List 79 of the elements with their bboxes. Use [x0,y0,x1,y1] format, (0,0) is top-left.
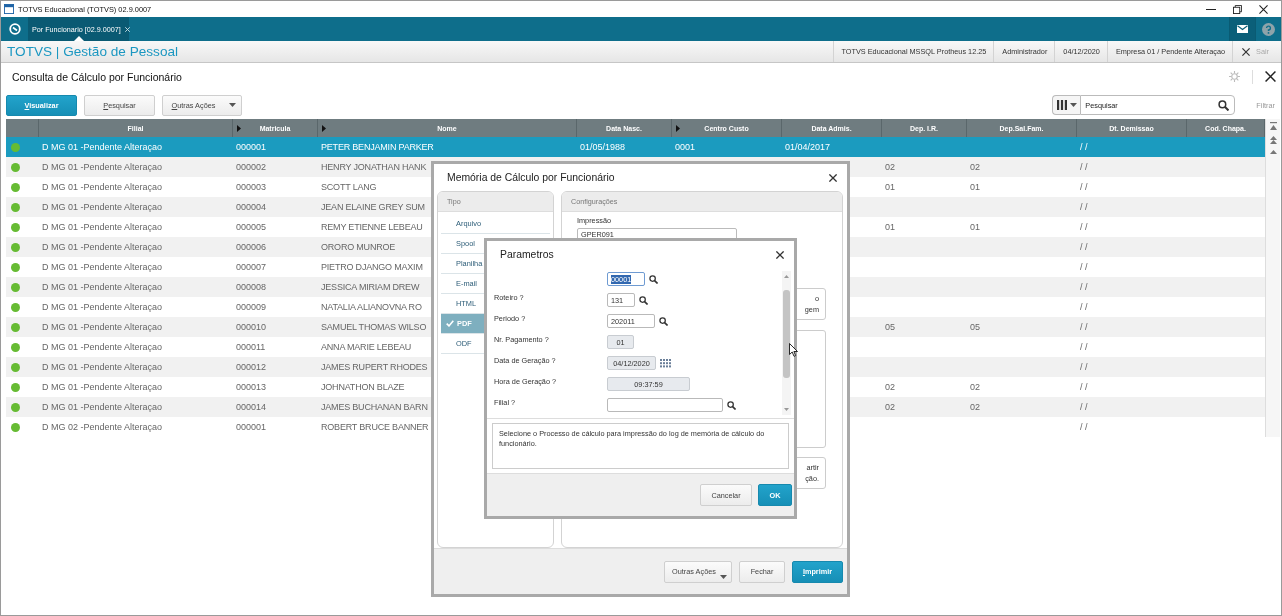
table-cell-text: / / [1079,141,1089,154]
table-cell-text: 01/05/1988 [579,141,627,154]
table-cell-text: JEAN ELAINE GREY SUM [320,201,426,214]
table-cell-text: 02 [969,401,981,414]
table-cell-text: ANNA MARIE LEBEAU [320,341,413,354]
table-cell-text: 000009 [235,301,268,314]
table-cell-text: 000005 [235,221,268,234]
table-cell-text: 000012 [235,361,268,374]
table-cell-text: 000003 [235,181,268,194]
table-cell-text: 000002 [235,161,268,174]
table-cell-text: JAMES RUPERT RHODES [320,361,429,374]
table-cell-text: D MG 01 -Pendente Alteraçao [41,341,164,354]
table-cell-text: / / [1079,241,1089,254]
table-cell-text: / / [1079,321,1089,334]
table-cell-text: D MG 01 -Pendente Alteraçao [41,261,164,274]
table-cell-text: ORORO MUNROE [320,241,397,254]
table-cell-text: SAMUEL THOMAS WILSO [320,321,428,334]
table-cell-text: / / [1079,281,1089,294]
table-cell-text: / / [1079,221,1089,234]
table-cell-text: / / [1079,341,1089,354]
table-cell-text: 02 [884,161,896,174]
table-cell-text: D MG 01 -Pendente Alteraçao [41,381,164,394]
table-cell-text: 000004 [235,201,268,214]
table-cell-text: 000010 [235,321,268,334]
table-cell-text: 000014 [235,401,268,414]
table-cell-text: 02 [969,161,981,174]
table-cell-text: D MG 01 -Pendente Alteraçao [41,181,164,194]
table-cell-text: D MG 01 -Pendente Alteraçao [41,361,164,374]
table-cell-text: ROBERT BRUCE BANNER [320,421,430,434]
table-cell-text: / / [1079,161,1089,174]
table-cell-text: / / [1079,401,1089,414]
table-cell-text: D MG 01 -Pendente Alteraçao [41,241,164,254]
table-cell-text: 000007 [235,261,268,274]
table-cell-text: JAMES BUCHANAN BARN [320,401,429,414]
page-title: Consulta de Cálculo por Funcionário [12,70,182,83]
table-cell-text: / / [1079,261,1089,274]
table-cell-text: D MG 01 -Pendente Alteraçao [41,281,164,294]
table-cell-text: / / [1079,421,1089,434]
table-cell-text: D MG 01 -Pendente Alteraçao [41,201,164,214]
table-cell-text: 000001 [235,421,268,434]
table-cell-text: 05 [884,321,896,334]
table-cell-text: D MG 01 -Pendente Alteraçao [41,401,164,414]
table-cell-text: SCOTT LANG [320,181,378,194]
table-cell-text: 01 [884,221,896,234]
table-cell-text: 01 [969,221,981,234]
table-cell-text: D MG 01 -Pendente Alteraçao [41,141,164,154]
table-cell-text: 02 [884,381,896,394]
table-cell-text: HENRY JONATHAN HANK [320,161,428,174]
table-cell-text: 000006 [235,241,268,254]
table-cell-text: 01/04/2017 [784,141,832,154]
dialog-title: Parametros [500,249,554,260]
table-cell-text: 01 [969,181,981,194]
table-cell-text: 000008 [235,281,268,294]
table-cell-text: / / [1079,201,1089,214]
table-cell-text: / / [1079,381,1089,394]
table-cell-text: REMY ETIENNE LEBEAU [320,221,424,234]
table-cell-text: 01 [884,181,896,194]
table-cell-text: D MG 01 -Pendente Alteraçao [41,321,164,334]
table-cell-text: 000011 [235,341,267,354]
table-cell-text: / / [1079,361,1089,374]
table-cell-text: D MG 01 -Pendente Alteraçao [41,221,164,234]
dialog-title: Memória de Cálculo por Funcionário [447,172,615,183]
table-cell-text: PIETRO DJANGO MAXIM [320,261,424,274]
table-cell-text: 000001 [235,141,268,154]
table-cell-text: 02 [884,401,896,414]
table-cell-text: JOHNATHON BLAZE [320,381,406,394]
table-cell-text: / / [1079,301,1089,314]
table-cell-text: 02 [969,381,981,394]
table-cell-text: 05 [969,321,981,334]
app-title: TOTVS | Gestão de Pessoal [7,44,179,59]
table-cell-text: 0001 [674,141,697,154]
table-cell-text: D MG 01 -Pendente Alteraçao [41,301,164,314]
table-cell-text: PETER BENJAMIN PARKER [320,141,435,154]
table-cell-text: / / [1079,181,1089,194]
table-cell-text: D MG 01 -Pendente Alteraçao [41,161,164,174]
table-cell-text: NATALIA ALIANOVNA RO [320,301,423,314]
table-cell-text: JESSICA MIRIAM DREW [320,281,421,294]
table-cell-text: 000013 [235,381,268,394]
table-cell-text: D MG 02 -Pendente Alteraçao [41,421,164,434]
